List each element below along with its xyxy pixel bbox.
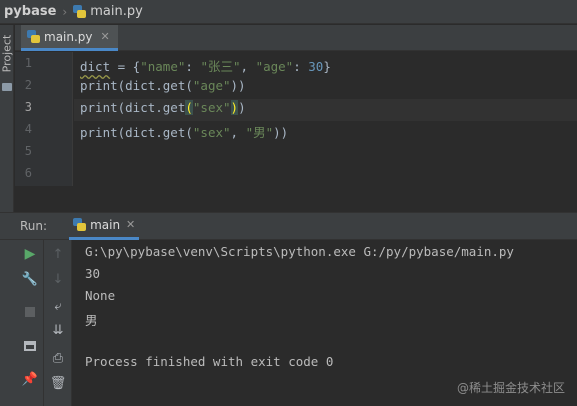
- arrow-up-icon[interactable]: ↑: [50, 246, 66, 262]
- console-line: 男: [85, 313, 98, 328]
- code-line: print(dict.get("sex", "男")): [80, 125, 289, 140]
- tab-label: main.py: [44, 29, 93, 44]
- layout-icon[interactable]: [22, 338, 38, 354]
- python-file-icon: [27, 30, 40, 43]
- line-number: 4: [24, 122, 32, 136]
- wrench-icon[interactable]: 🔧: [22, 271, 38, 287]
- line-number: 5: [24, 144, 32, 158]
- tab-main-py[interactable]: main.py ✕: [21, 25, 118, 51]
- close-icon[interactable]: ✕: [126, 218, 135, 231]
- line-number: 6: [24, 166, 32, 180]
- code-line: dict = {"name": "张三", "age": 30}: [80, 59, 331, 74]
- console-line: 30: [85, 266, 101, 281]
- scroll-to-end-icon[interactable]: ⇊: [50, 322, 66, 338]
- project-tool-strip: Project: [0, 25, 14, 212]
- run-panel-header: Run: main ✕: [0, 212, 577, 240]
- console-toolbar: ↑ ↓ ⤶ ⇊ ⎙ 🗑: [44, 240, 72, 406]
- breadcrumb-project[interactable]: pybase: [4, 4, 56, 19]
- run-tab-label: main: [90, 217, 121, 232]
- line-number: 2: [24, 78, 32, 92]
- chevron-right-icon: ›: [62, 4, 68, 19]
- code-editor[interactable]: dict = {"name": "张三", "age": 30} print(d…: [74, 52, 577, 186]
- print-icon[interactable]: ⎙: [50, 350, 66, 366]
- editor-bottom-area: [15, 186, 577, 212]
- trash-icon[interactable]: 🗑: [50, 375, 67, 391]
- console-line: G:\py\pybase\venv\Scripts\python.exe G:/…: [85, 244, 514, 259]
- code-line: print(dict.get("sex")): [80, 100, 246, 115]
- code-line: print(dict.get("age")): [80, 78, 246, 93]
- breadcrumb-file[interactable]: main.py: [90, 4, 143, 19]
- matched-brace: ): [230, 100, 239, 115]
- python-file-icon: [73, 218, 87, 231]
- console-output[interactable]: G:\py\pybase\venv\Scripts\python.exe G:/…: [73, 240, 577, 406]
- run-tab-main[interactable]: main ✕: [69, 212, 140, 240]
- close-icon[interactable]: ✕: [101, 30, 110, 43]
- console-line: Process finished with exit code 0: [85, 354, 334, 369]
- python-file-icon: [73, 5, 87, 18]
- rerun-icon[interactable]: ▶: [22, 246, 38, 262]
- line-number-gutter: 1 2 3 4 5 6: [15, 52, 73, 186]
- run-panel-title: Run:: [20, 219, 48, 233]
- matched-brace: (: [185, 100, 193, 115]
- console-line: None: [85, 288, 116, 303]
- folder-icon: [2, 83, 12, 91]
- watermark: @稀土掘金技术社区: [456, 381, 565, 395]
- navigation-breadcrumb: pybase › main.py: [0, 0, 577, 24]
- line-number: 3: [24, 100, 32, 114]
- pin-icon[interactable]: 📌: [22, 371, 38, 387]
- soft-wrap-icon[interactable]: ⤶: [50, 298, 66, 314]
- arrow-down-icon[interactable]: ↓: [50, 271, 66, 287]
- stop-icon[interactable]: [22, 304, 38, 320]
- editor-tab-bar: main.py ✕: [15, 25, 577, 51]
- run-toolbar: ▶ 🔧 📌: [0, 240, 44, 406]
- line-number: 1: [24, 56, 32, 70]
